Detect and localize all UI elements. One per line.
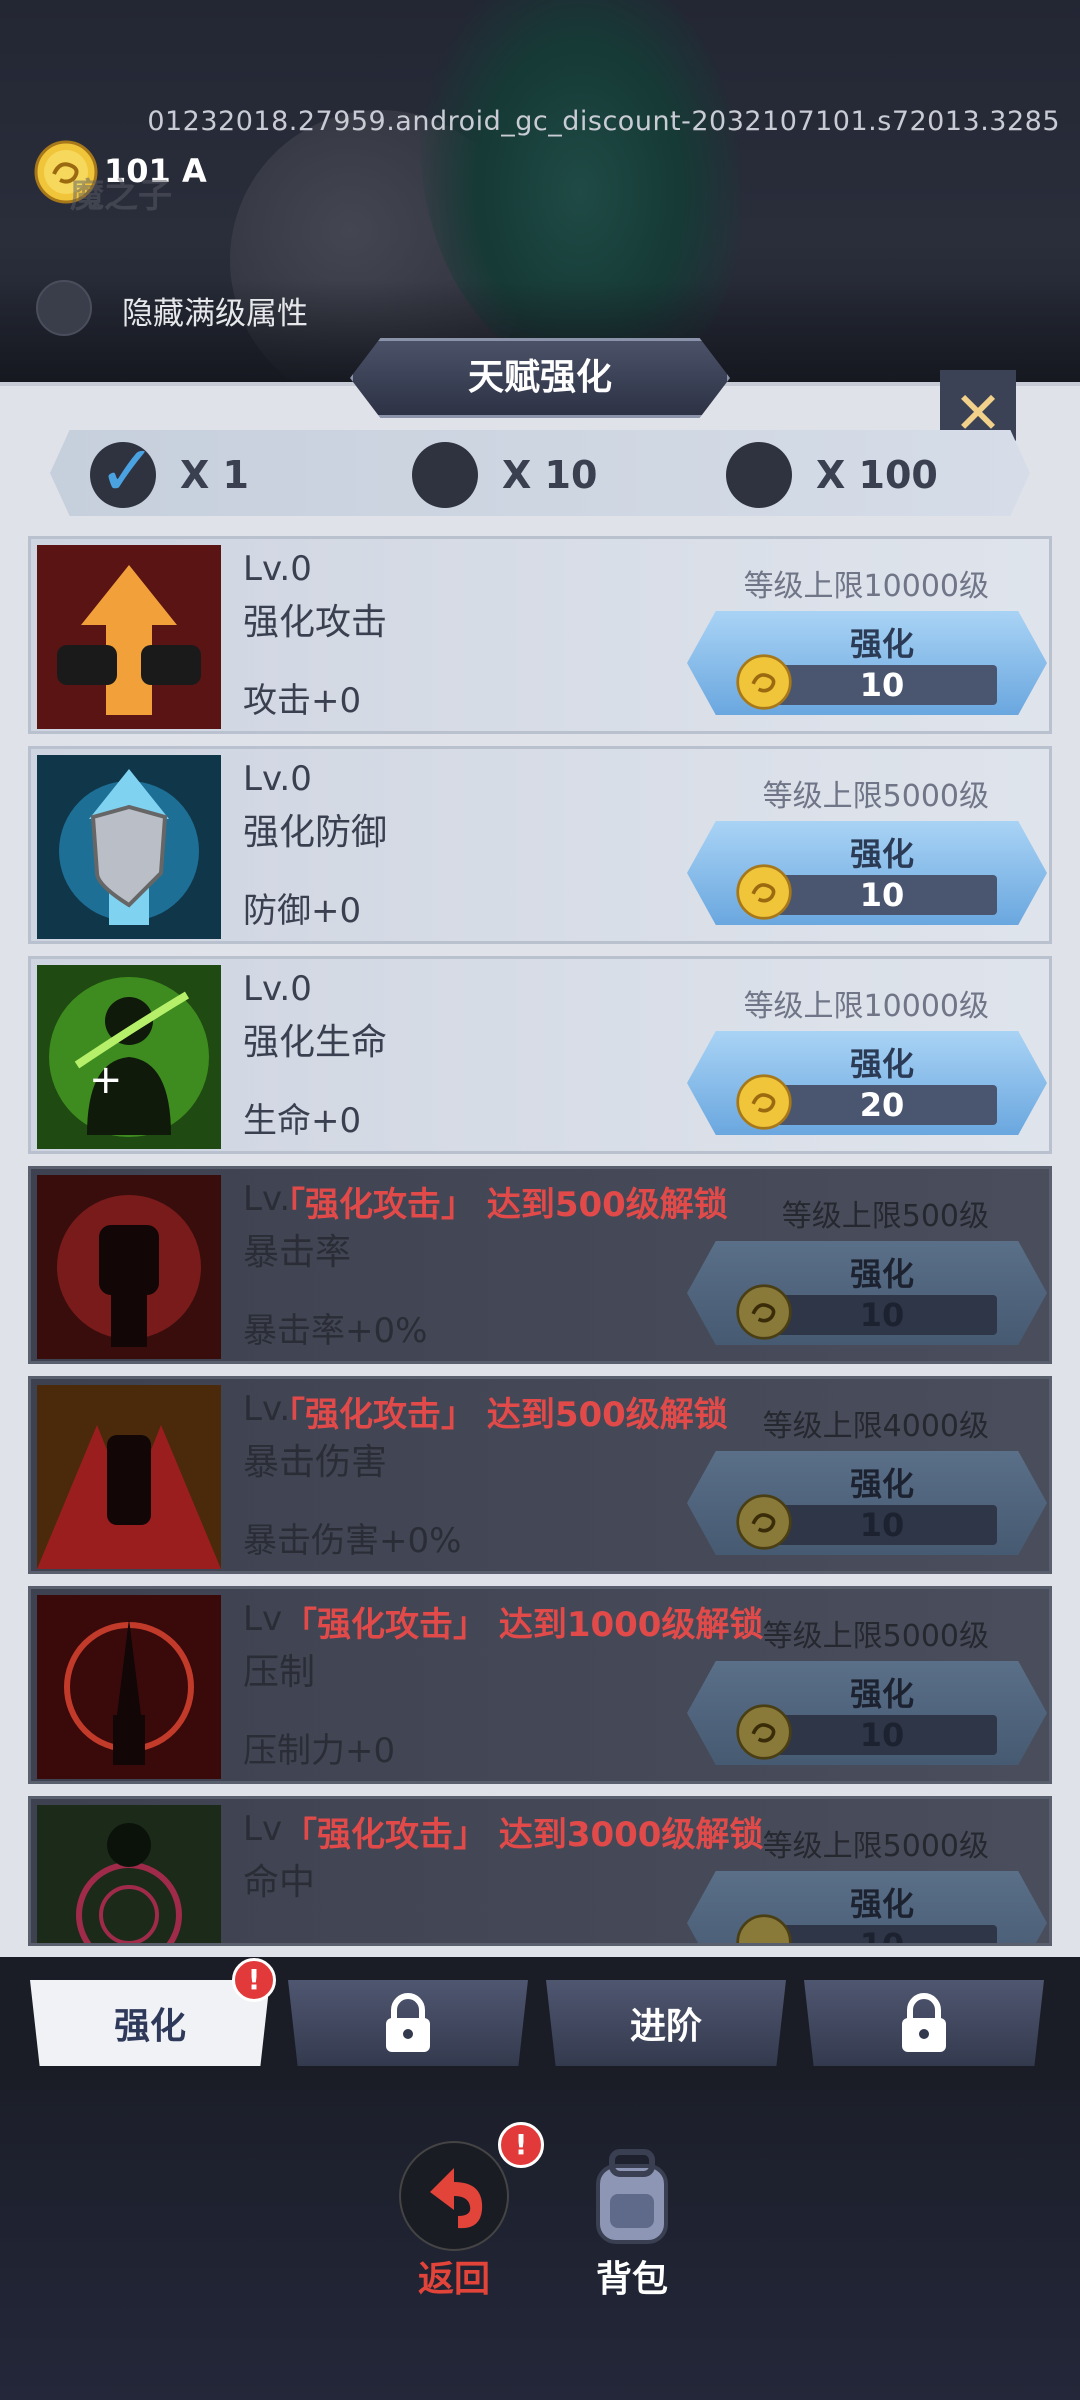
back-arrow-icon (399, 2141, 509, 2251)
svg-text:+: + (89, 1057, 123, 1103)
panel-title-banner: 天赋强化 (350, 338, 730, 418)
talent-cap: 等级上限5000级 (762, 779, 989, 814)
tab-advance[interactable]: 进阶 (546, 1980, 786, 2066)
backpack-icon (596, 2149, 668, 2244)
multiplier-label: X 1 (180, 453, 249, 497)
coin-icon (736, 1704, 792, 1760)
sword-seal-icon (37, 1595, 221, 1779)
talent-level: Lv (243, 1599, 283, 1639)
talent-cap: 等级上限500级 (781, 1199, 989, 1234)
crit-damage-icon (37, 1385, 221, 1569)
talent-cap: 等级上限4000级 (762, 1409, 989, 1444)
upgrade-cost: 20 (859, 1086, 905, 1124)
upgrade-button[interactable]: 强化 20 (687, 1031, 1047, 1135)
talent-stat: 命中+0 (243, 1933, 361, 1943)
upgrade-button-disabled[interactable]: 强化 10 (687, 1661, 1047, 1765)
talent-row-locked: Lv. 暴击率 暴击率+0% 等级上限500级 「强化攻击」 达到500级解锁 … (28, 1166, 1052, 1364)
talent-name: 强化攻击 (243, 602, 388, 643)
talent-row-locked: Lv. 暴击伤害 暴击伤害+0% 等级上限4000级 「强化攻击」 达到500级… (28, 1376, 1052, 1574)
notification-badge: ! (498, 2122, 544, 2168)
shield-icon (37, 755, 221, 939)
unlock-requirement: 「强化攻击」 达到500级解锁 (271, 1185, 728, 1225)
multiplier-label: X 100 (816, 453, 938, 497)
talent-level: Lv.0 (243, 759, 312, 799)
upgrade-cost: 10 (859, 666, 905, 704)
coin-icon (736, 864, 792, 920)
talent-stat: 防御+0 (243, 891, 362, 931)
talent-stat: 暴击伤害+0% (243, 1521, 462, 1561)
unlock-requirement: 「强化攻击」 达到3000级解锁 (283, 1815, 764, 1855)
talent-name: 压制 (243, 1652, 316, 1693)
tab-locked-2[interactable] (804, 1980, 1044, 2066)
lock-icon (386, 1993, 430, 2052)
talent-name: 暴击率 (243, 1232, 352, 1273)
target-icon (37, 1805, 221, 1943)
coin-icon (736, 1074, 792, 1130)
health-silhouette-icon: + (37, 965, 221, 1149)
unlock-requirement: 「强化攻击」 达到500级解锁 (271, 1395, 728, 1435)
upgrade-button-disabled[interactable]: 强化 10 (687, 1241, 1047, 1345)
bag-button[interactable]: 背包 (562, 2140, 702, 2330)
hide-max-attr-label: 隐藏满级属性 (122, 296, 308, 332)
talent-stat: 暴击率+0% (243, 1311, 428, 1351)
talent-row: Lv.0 强化防御 防御+0 等级上限5000级 强化 10 (28, 746, 1052, 944)
upgrade-cost: 10 (859, 1506, 905, 1544)
talent-level: Lv.0 (243, 969, 312, 1009)
radio-dot-icon (412, 442, 478, 508)
talent-stat: 压制力+0 (243, 1731, 396, 1771)
panel-title: 天赋强化 (467, 357, 612, 398)
multiplier-label: X 10 (502, 453, 598, 497)
coin-icon (736, 654, 792, 710)
upgrade-cost: 10 (859, 1716, 905, 1754)
coin-icon (736, 1494, 792, 1550)
upgrade-button-disabled[interactable]: 强化 10 (687, 1451, 1047, 1555)
attack-fist-icon (37, 545, 221, 729)
multiplier-x1[interactable]: X 1 (90, 430, 249, 512)
notification-badge: ! (232, 1958, 276, 2002)
talent-stat: 生命+0 (243, 1101, 362, 1141)
talent-row-locked: Lv 压制 压制力+0 等级上限5000级 「强化攻击」 达到1000级解锁 强… (28, 1586, 1052, 1784)
talent-name: 暴击伤害 (243, 1442, 388, 1483)
talent-cap: 等级上限10000级 (743, 569, 989, 604)
talent-name: 命中 (243, 1862, 316, 1903)
hidden-title: 魔之子 (70, 176, 172, 216)
talent-row: + Lv.0 强化生命 生命+0 等级上限10000级 强化 20 (28, 956, 1052, 1154)
talent-row: Lv.0 强化攻击 攻击+0 等级上限10000级 强化 10 (28, 536, 1052, 734)
tab-bar: 强化 进阶 (30, 1980, 1050, 2070)
upgrade-cost: 10 (859, 1296, 905, 1334)
upgrade-button[interactable]: 强化 10 (687, 821, 1047, 925)
unlock-requirement: 「强化攻击」 达到1000级解锁 (283, 1605, 764, 1645)
upgrade-cost: 10 (859, 876, 905, 914)
upgrade-button-disabled[interactable]: 强化 10 (687, 1871, 1047, 1946)
upgrade-cost: 10 (859, 1926, 905, 1946)
talent-stat: 攻击+0 (243, 681, 362, 721)
hide-max-attr-toggle[interactable] (36, 280, 92, 336)
back-label: 返回 (417, 2259, 490, 2300)
coin-icon (736, 1284, 792, 1340)
talent-row-locked: Lv 命中 命中+0 等级上限5000级 「强化攻击」 达到3000级解锁 强化… (28, 1796, 1052, 1946)
talent-level: Lv (243, 1809, 283, 1849)
back-button[interactable]: 返回 (384, 2140, 524, 2330)
checkmark-icon (90, 430, 157, 512)
talent-cap: 等级上限5000级 (762, 1619, 989, 1654)
bag-label: 背包 (595, 2259, 668, 2300)
multiplier-x10[interactable]: X 10 (412, 440, 597, 510)
talent-name: 强化防御 (243, 812, 388, 853)
tab-upgrade[interactable]: 强化 (30, 1980, 270, 2066)
lock-icon (902, 1993, 946, 2052)
talent-level: Lv.0 (243, 549, 312, 589)
tab-locked-1[interactable] (288, 1980, 528, 2066)
tab-label: 进阶 (629, 2006, 702, 2047)
crit-fist-icon (37, 1175, 221, 1359)
coin-icon (736, 1914, 792, 1943)
talent-cap: 等级上限10000级 (743, 989, 989, 1024)
talent-name: 强化生命 (243, 1022, 388, 1063)
multiplier-x100[interactable]: X 100 (726, 440, 938, 510)
tab-label: 强化 (113, 2006, 186, 2047)
build-id: 01232018.27959.android_gc_discount-20321… (147, 106, 1060, 137)
radio-dot-icon (726, 442, 792, 508)
upgrade-button[interactable]: 强化 10 (687, 611, 1047, 715)
talent-cap: 等级上限5000级 (762, 1829, 989, 1864)
